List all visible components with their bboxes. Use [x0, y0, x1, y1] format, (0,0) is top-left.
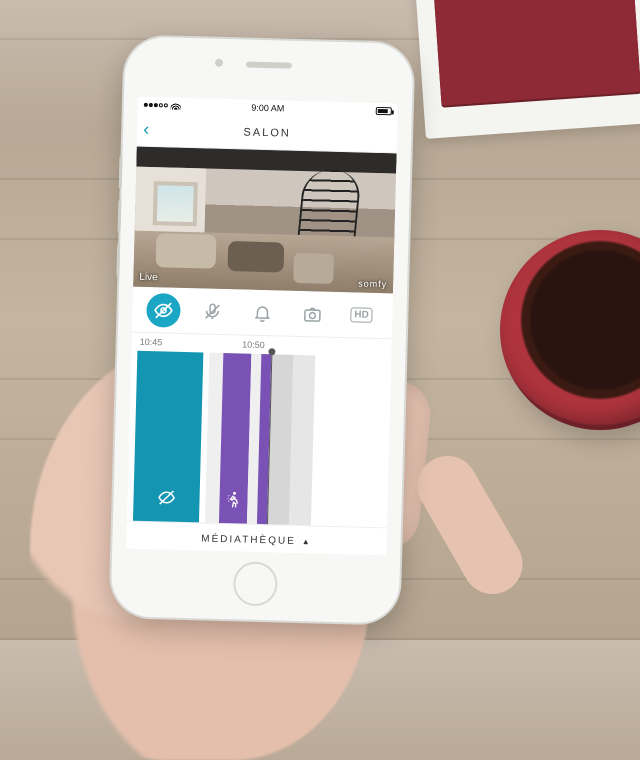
phone-device: 9:00 AM ‹ SALON Live somfy: [110, 36, 413, 623]
hd-icon: HD: [350, 307, 373, 323]
mic-off-icon: [203, 301, 224, 322]
mediatheque-label: MÉDIATHÈQUE: [201, 533, 296, 546]
timestamp-1: 10:45: [140, 337, 163, 348]
page-title: SALON: [243, 126, 291, 139]
mic-toggle-button[interactable]: [195, 294, 230, 329]
privacy-toggle-button[interactable]: [146, 292, 181, 327]
home-button[interactable]: [233, 561, 278, 606]
live-badge: Live: [139, 272, 158, 283]
background-notebook: [415, 0, 640, 139]
phone-speaker: [246, 61, 292, 68]
event-timeline[interactable]: [127, 351, 391, 528]
motion-person-icon: [219, 490, 248, 514]
screen: 9:00 AM ‹ SALON Live somfy: [126, 97, 398, 556]
phone-front-camera: [215, 59, 223, 67]
timestamp-2: 10:50: [242, 339, 265, 350]
toolbar: HD: [132, 287, 393, 340]
eye-off-icon: [133, 488, 200, 513]
brand-watermark: somfy: [358, 279, 387, 290]
hand-right-finger: [407, 445, 534, 605]
timeline-segment-privacy[interactable]: [133, 351, 203, 523]
alert-toggle-button[interactable]: [245, 295, 280, 330]
chevron-up-icon: ▲: [302, 537, 312, 546]
snapshot-button[interactable]: [295, 296, 330, 331]
eye-off-icon: [153, 300, 174, 321]
camera-live-feed[interactable]: Live somfy: [133, 147, 397, 294]
timeline-segment-empty[interactable]: [289, 355, 315, 526]
bell-icon: [252, 302, 273, 323]
hd-toggle-button[interactable]: HD: [344, 298, 379, 333]
battery-icon: [376, 107, 392, 115]
camera-icon: [302, 304, 323, 325]
timeline-segment-motion[interactable]: [219, 353, 251, 524]
background-coffee-cup: [500, 230, 640, 430]
back-button[interactable]: ‹: [143, 119, 150, 140]
